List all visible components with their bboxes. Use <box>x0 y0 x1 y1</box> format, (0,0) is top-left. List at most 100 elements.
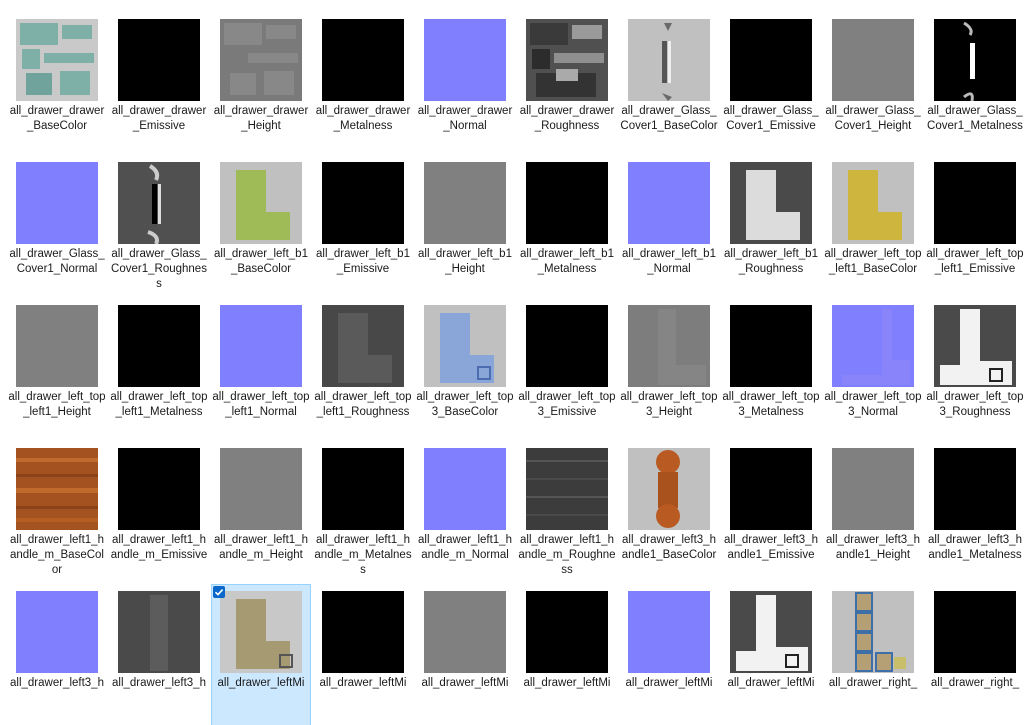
file-item[interactable]: all_drawer_right_ <box>824 585 922 725</box>
file-item[interactable]: all_drawer_left_top3_Roughness <box>926 299 1024 439</box>
file-name-label: all_drawer_leftMi <box>319 677 407 689</box>
file-item[interactable]: all_drawer_Glass_Cover1_Height <box>824 13 922 153</box>
file-name-label: all_drawer_left_b1_Normal <box>622 248 716 275</box>
texture-thumbnail <box>16 305 98 387</box>
file-item[interactable]: all_drawer_left_top3_Height <box>620 299 718 439</box>
file-name-label: all_drawer_left3_handle1_Emissive <box>724 534 818 561</box>
file-name-label: all_drawer_left3_handle1_Height <box>826 534 920 561</box>
file-name-label: all_drawer_drawer_Metalness <box>315 105 411 132</box>
file-item[interactable]: all_drawer_left_b1_Roughness <box>722 156 820 296</box>
file-name-label: all_drawer_Glass_Cover1_Height <box>825 105 921 132</box>
file-item[interactable]: all_drawer_Glass_Cover1_Roughness <box>110 156 208 296</box>
file-item[interactable]: all_drawer_Glass_Cover1_Emissive <box>722 13 820 153</box>
file-name-label: all_drawer_left_top3_Normal <box>824 391 922 418</box>
file-item[interactable]: all_drawer_Glass_Cover1_Normal <box>8 156 106 296</box>
file-item[interactable]: all_drawer_right_ <box>926 585 1024 725</box>
file-name-label: all_drawer_right_ <box>930 677 1020 689</box>
file-item[interactable]: all_drawer_leftMi <box>211 584 311 725</box>
file-item[interactable]: all_drawer_left_top3_Emissive <box>518 299 616 439</box>
texture-thumbnail <box>118 448 200 530</box>
file-name-label: all_drawer_Glass_Cover1_Metalness <box>927 105 1023 132</box>
file-item[interactable]: all_drawer_left1_handle_m_Height <box>212 442 310 582</box>
texture-thumbnail <box>934 305 1016 387</box>
file-item[interactable]: all_drawer_drawer_Emissive <box>110 13 208 153</box>
texture-thumbnail <box>220 305 302 387</box>
file-item[interactable]: all_drawer_left3_h <box>110 585 208 725</box>
file-item[interactable]: all_drawer_drawer_Metalness <box>314 13 412 153</box>
texture-thumbnail <box>934 591 1016 673</box>
file-name-label: all_drawer_left_top3_Height <box>620 391 718 418</box>
file-item[interactable]: all_drawer_left3_handle1_Height <box>824 442 922 582</box>
texture-thumbnail <box>628 162 710 244</box>
file-item[interactable]: all_drawer_left_top_left1_BaseColor <box>824 156 922 296</box>
file-item[interactable]: all_drawer_left_top_left1_Roughness <box>314 299 412 439</box>
file-item[interactable]: all_drawer_left_b1_Normal <box>620 156 718 296</box>
file-name-label: all_drawer_left3_handle1_BaseColor <box>621 534 717 561</box>
file-item[interactable]: all_drawer_drawer_Height <box>212 13 310 153</box>
file-grid: all_drawer_drawer_BaseColor all_drawer_dr… <box>0 0 1024 725</box>
file-item[interactable]: all_drawer_left3_handle1_Metalness <box>926 442 1024 582</box>
texture-thumbnail <box>322 305 404 387</box>
file-item[interactable]: all_drawer_left_top_left1_Metalness <box>110 299 208 439</box>
texture-thumbnail <box>628 19 710 101</box>
texture-thumbnail <box>16 448 98 530</box>
file-item[interactable]: all_drawer_leftMi <box>722 585 820 725</box>
file-item[interactable]: all_drawer_left_top3_Normal <box>824 299 922 439</box>
texture-thumbnail <box>832 19 914 101</box>
file-item[interactable]: all_drawer_left3_h <box>8 585 106 725</box>
file-item[interactable]: all_drawer_left_top_left1_Emissive <box>926 156 1024 296</box>
texture-thumbnail <box>934 162 1016 244</box>
texture-thumbnail <box>220 448 302 530</box>
file-item[interactable]: all_drawer_leftMi <box>416 585 514 725</box>
texture-thumbnail <box>628 448 710 530</box>
file-name-label: all_drawer_Glass_Cover1_BaseColor <box>620 105 718 132</box>
file-item[interactable]: all_drawer_left1_handle_m_Metalness <box>314 442 412 582</box>
file-item[interactable]: all_drawer_Glass_Cover1_BaseColor <box>620 13 718 153</box>
file-item[interactable]: all_drawer_left_b1_BaseColor <box>212 156 310 296</box>
file-name-label: all_drawer_left_b1_BaseColor <box>214 248 308 275</box>
file-item[interactable]: all_drawer_Glass_Cover1_Metalness <box>926 13 1024 153</box>
file-name-label: all_drawer_drawer_Normal <box>417 105 513 132</box>
texture-thumbnail <box>832 448 914 530</box>
file-name-label: all_drawer_Glass_Cover1_Roughness <box>111 248 207 290</box>
texture-thumbnail <box>730 162 812 244</box>
file-item[interactable]: all_drawer_leftMi <box>314 585 412 725</box>
file-item[interactable]: all_drawer_drawer_BaseColor <box>8 13 106 153</box>
file-item[interactable]: all_drawer_left_top_left1_Normal <box>212 299 310 439</box>
texture-thumbnail <box>322 591 404 673</box>
file-item[interactable]: all_drawer_left1_handle_m_Roughness <box>518 442 616 582</box>
texture-thumbnail <box>424 591 506 673</box>
file-name-label: all_drawer_left_top3_BaseColor <box>416 391 514 418</box>
texture-thumbnail <box>16 162 98 244</box>
file-item[interactable]: all_drawer_left_b1_Emissive <box>314 156 412 296</box>
file-item[interactable]: all_drawer_left_top3_BaseColor <box>416 299 514 439</box>
file-item[interactable]: all_drawer_left_top3_Metalness <box>722 299 820 439</box>
texture-thumbnail <box>322 162 404 244</box>
file-name-label: all_drawer_left3_h <box>112 677 206 689</box>
file-item[interactable]: all_drawer_left1_handle_m_Emissive <box>110 442 208 582</box>
file-name-label: all_drawer_left_top3_Metalness <box>722 391 820 418</box>
texture-thumbnail <box>424 448 506 530</box>
file-item[interactable]: all_drawer_left3_handle1_BaseColor <box>620 442 718 582</box>
file-name-label: all_drawer_left_top_left1_BaseColor <box>824 248 922 275</box>
file-name-label: all_drawer_left_b1_Roughness <box>724 248 818 275</box>
file-name-label: all_drawer_left_top_left1_Metalness <box>110 391 208 418</box>
file-item[interactable]: all_drawer_left_top_left1_Height <box>8 299 106 439</box>
file-item[interactable]: all_drawer_left3_handle1_Emissive <box>722 442 820 582</box>
texture-thumbnail <box>832 591 914 673</box>
file-item[interactable]: all_drawer_drawer_Normal <box>416 13 514 153</box>
texture-thumbnail <box>424 162 506 244</box>
file-name-label: all_drawer_left1_handle_m_Roughness <box>518 534 616 576</box>
file-item[interactable]: all_drawer_left_b1_Height <box>416 156 514 296</box>
file-item[interactable]: all_drawer_left1_handle_m_Normal <box>416 442 514 582</box>
file-name-label: all_drawer_leftMi <box>217 677 305 689</box>
file-name-label: all_drawer_left_top_left1_Height <box>8 391 106 418</box>
file-item[interactable]: all_drawer_drawer_Roughness <box>518 13 616 153</box>
checkbox-checked-icon[interactable] <box>213 586 225 598</box>
file-item[interactable]: all_drawer_leftMi <box>620 585 718 725</box>
file-name-label: all_drawer_drawer_Emissive <box>111 105 207 132</box>
texture-thumbnail <box>730 591 812 673</box>
file-item[interactable]: all_drawer_leftMi <box>518 585 616 725</box>
file-item[interactable]: all_drawer_left1_handle_m_BaseColor <box>8 442 106 582</box>
file-item[interactable]: all_drawer_left_b1_Metalness <box>518 156 616 296</box>
